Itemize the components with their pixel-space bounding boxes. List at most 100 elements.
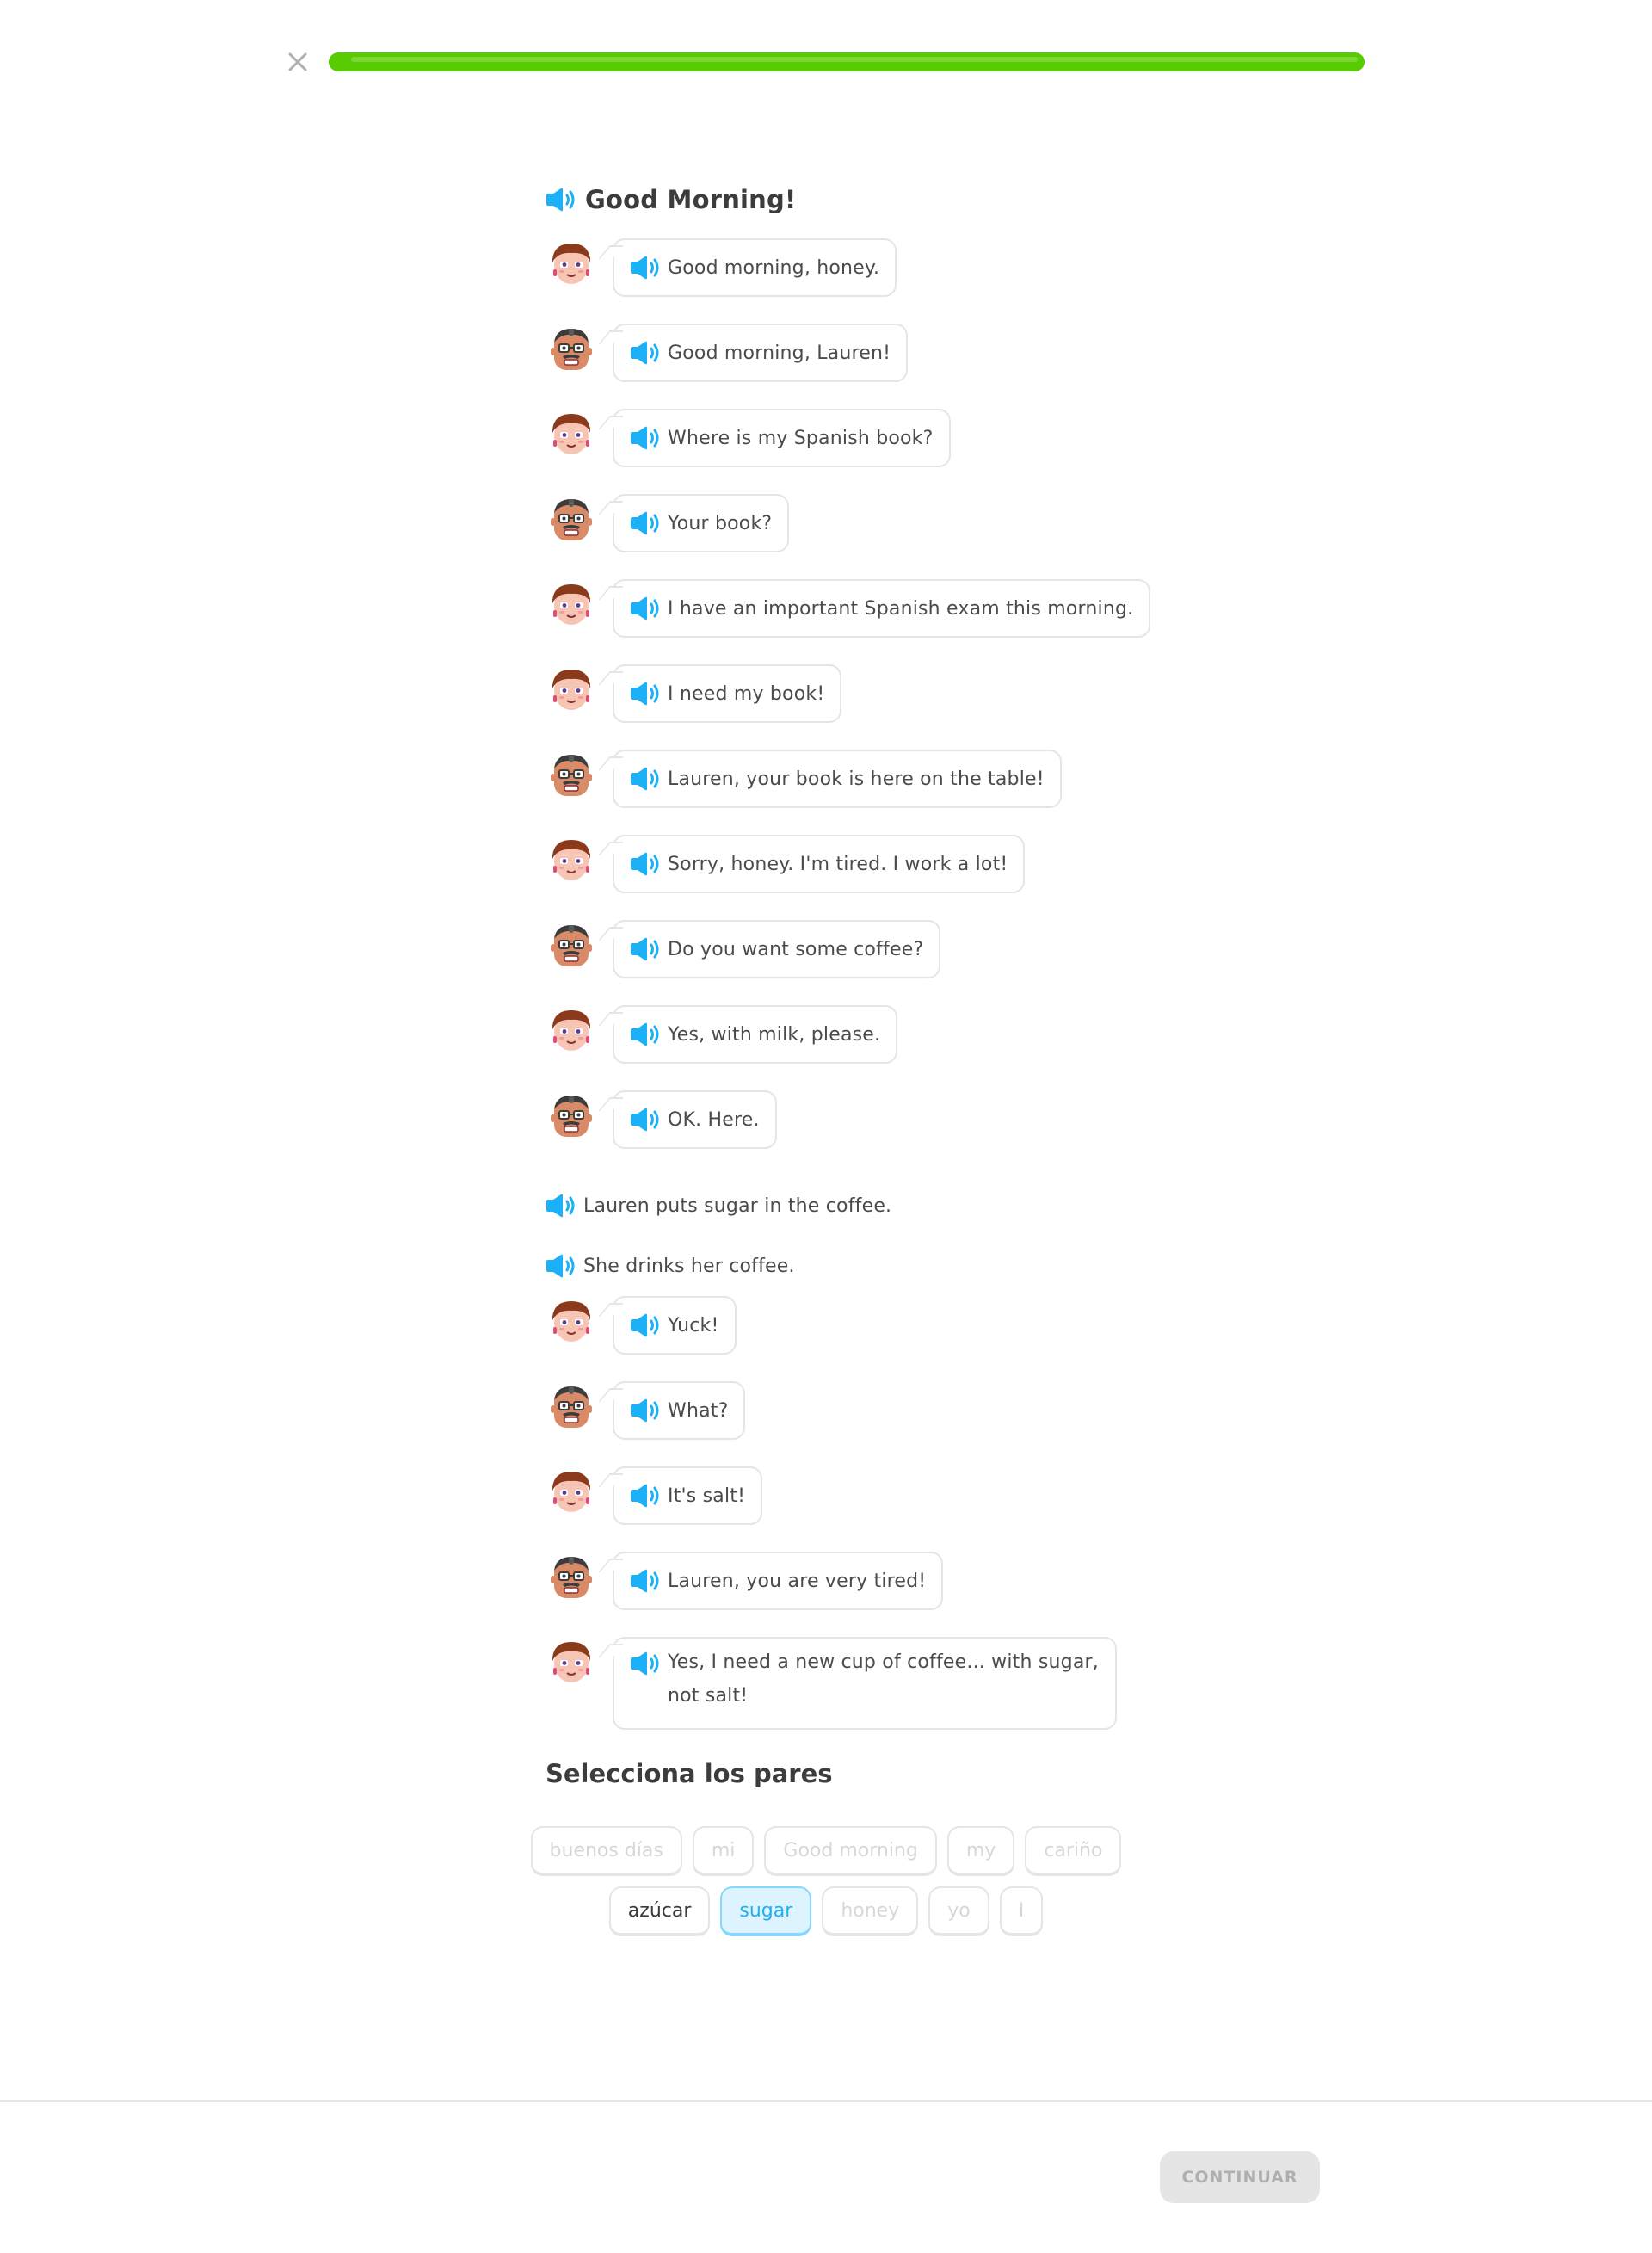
- speech-bubble: It's salt!: [613, 1466, 763, 1525]
- dialogue-text: Do you want some coffee?: [668, 938, 924, 960]
- man-avatar: [547, 1552, 595, 1603]
- pair-chip[interactable]: honey: [822, 1886, 919, 1936]
- speaker-icon[interactable]: [544, 1193, 576, 1219]
- speaker-icon[interactable]: [628, 1651, 661, 1676]
- dialogue-text: Good morning, Lauren!: [668, 342, 891, 364]
- dialogue-line: Yes, with milk, please.: [544, 1005, 1146, 1090]
- dialogue-line: Yes, I need a new cup of coffee... with …: [544, 1637, 1146, 1740]
- speaker-icon[interactable]: [628, 510, 661, 536]
- speech-bubble: Where is my Spanish book?: [613, 409, 951, 467]
- speech-bubble: Lauren, your book is here on the table!: [613, 750, 1062, 808]
- speaker-icon[interactable]: [628, 851, 661, 877]
- dialogue-line: Where is my Spanish book?: [544, 409, 1146, 494]
- speech-bubble: What?: [613, 1381, 746, 1440]
- speech-bubble: Yuck!: [613, 1296, 737, 1355]
- speaker-icon[interactable]: [544, 1253, 576, 1279]
- speech-bubble: Your book?: [613, 494, 790, 552]
- speech-bubble: Good morning, Lauren!: [613, 324, 909, 382]
- speech-bubble: Good morning, honey.: [613, 238, 897, 297]
- speaker-icon[interactable]: [628, 681, 661, 707]
- dialogue-text: I have an important Spanish exam this mo…: [668, 597, 1134, 620]
- speaker-icon[interactable]: [628, 1398, 661, 1423]
- speaker-icon[interactable]: [628, 340, 661, 366]
- dialogue-line: Sorry, honey. I'm tired. I work a lot!: [544, 835, 1146, 920]
- lauren-avatar: [547, 835, 595, 886]
- dialogue-line: Lauren, you are very tired!: [544, 1552, 1146, 1637]
- dialogue-text: Lauren, your book is here on the table!: [668, 768, 1045, 790]
- story: Good Morning! Good morning, honey. Good m…: [544, 176, 1151, 1740]
- pair-chip[interactable]: Good morning: [764, 1826, 937, 1876]
- dialogue-text: Yuck!: [668, 1314, 719, 1336]
- dialogue-line: Do you want some coffee?: [544, 920, 1146, 1005]
- speaker-icon[interactable]: [628, 596, 661, 621]
- dialogue-text: Sorry, honey. I'm tired. I work a lot!: [668, 853, 1008, 875]
- dialogue-text: OK. Here.: [668, 1108, 760, 1131]
- man-avatar: [547, 324, 595, 375]
- speaker-icon[interactable]: [628, 1568, 661, 1594]
- story-lines: Good morning, honey. Good morning, Lauren…: [544, 238, 1151, 1740]
- pair-chip[interactable]: yo: [928, 1886, 989, 1936]
- speech-bubble: Sorry, honey. I'm tired. I work a lot!: [613, 835, 1026, 893]
- dialogue-line: What?: [544, 1381, 1146, 1466]
- speaker-icon[interactable]: [628, 255, 661, 281]
- speaker-icon[interactable]: [628, 1107, 661, 1133]
- dialogue-text: Yes, I need a new cup of coffee... with …: [668, 1651, 1099, 1707]
- story-title: Good Morning!: [544, 176, 1146, 223]
- pairs-row-1: buenos días mi Good morning my cariño: [0, 1826, 1652, 1876]
- man-avatar: [547, 750, 595, 801]
- story-title-text: Good Morning!: [585, 185, 797, 214]
- pair-chip[interactable]: my: [946, 1826, 1015, 1876]
- speech-bubble: I need my book!: [613, 664, 842, 723]
- man-avatar: [547, 1090, 595, 1142]
- dialogue-text: What?: [668, 1399, 729, 1422]
- pair-chip[interactable]: I: [999, 1886, 1044, 1936]
- narration-text: She drinks her coffee.: [583, 1255, 795, 1277]
- lauren-avatar: [547, 1296, 595, 1348]
- narration-line: She drinks her coffee.: [544, 1236, 1146, 1296]
- dialogue-line: I need my book!: [544, 664, 1146, 750]
- pair-chip[interactable]: mi: [692, 1826, 755, 1876]
- lauren-avatar: [547, 1637, 595, 1688]
- speaker-icon[interactable]: [628, 936, 661, 962]
- speaker-icon[interactable]: [628, 1483, 661, 1509]
- dialogue-text: Good morning, honey.: [668, 256, 880, 279]
- speech-bubble: Yes, I need a new cup of coffee... with …: [613, 1637, 1117, 1730]
- pairs-row-2: azúcar sugar honey yo I: [0, 1886, 1652, 1936]
- dialogue-text: Your book?: [668, 512, 773, 534]
- speaker-icon[interactable]: [544, 187, 576, 213]
- dialogue-text: It's salt!: [668, 1485, 746, 1507]
- dialogue-line: Good morning, honey.: [544, 238, 1146, 324]
- dialogue-line: OK. Here.: [544, 1090, 1146, 1176]
- lauren-avatar: [547, 409, 595, 460]
- pairs-title: Selecciona los pares: [546, 1759, 833, 1788]
- speaker-icon[interactable]: [628, 1312, 661, 1338]
- progress-fill: [329, 52, 1365, 71]
- pair-chip[interactable]: buenos días: [530, 1826, 682, 1876]
- man-avatar: [547, 920, 595, 972]
- lauren-avatar: [547, 664, 595, 716]
- dialogue-line: Lauren, your book is here on the table!: [544, 750, 1146, 835]
- speech-bubble: OK. Here.: [613, 1090, 777, 1149]
- dialogue-line: I have an important Spanish exam this mo…: [544, 579, 1151, 664]
- speaker-icon[interactable]: [628, 766, 661, 792]
- close-button[interactable]: [280, 45, 315, 79]
- dialogue-text: Where is my Spanish book?: [668, 427, 934, 449]
- speaker-icon[interactable]: [628, 1022, 661, 1047]
- dialogue-line: It's salt!: [544, 1466, 1146, 1552]
- man-avatar: [547, 1381, 595, 1433]
- lauren-avatar: [547, 1466, 595, 1518]
- continue-button[interactable]: CONTINUAR: [1160, 2151, 1320, 2203]
- dialogue-line: Yuck!: [544, 1296, 1146, 1381]
- narration-line: Lauren puts sugar in the coffee.: [544, 1176, 1146, 1236]
- pair-chip[interactable]: azúcar: [608, 1886, 711, 1936]
- pair-chip[interactable]: cariño: [1025, 1826, 1122, 1876]
- speech-bubble: Yes, with milk, please.: [613, 1005, 898, 1064]
- man-avatar: [547, 494, 595, 546]
- close-icon: [288, 52, 307, 71]
- dialogue-line: Your book?: [544, 494, 1146, 579]
- speaker-icon[interactable]: [628, 425, 661, 451]
- speech-bubble: I have an important Spanish exam this mo…: [613, 579, 1151, 638]
- pair-chip[interactable]: sugar: [720, 1886, 812, 1936]
- dialogue-text: Lauren, you are very tired!: [668, 1570, 927, 1592]
- narration-text: Lauren puts sugar in the coffee.: [583, 1194, 892, 1217]
